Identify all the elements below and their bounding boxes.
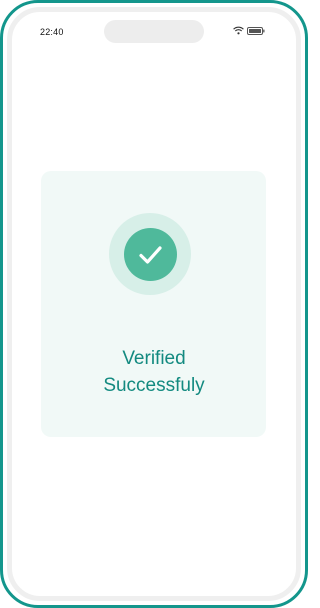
verification-success-message: Verified Successfuly: [103, 348, 205, 396]
dynamic-island: [104, 20, 204, 43]
status-bar: 22:40: [0, 0, 320, 60]
battery-icon: [247, 27, 265, 35]
wifi-icon: [233, 26, 244, 35]
check-icon: [139, 246, 162, 264]
status-time: 22:40: [40, 27, 64, 37]
